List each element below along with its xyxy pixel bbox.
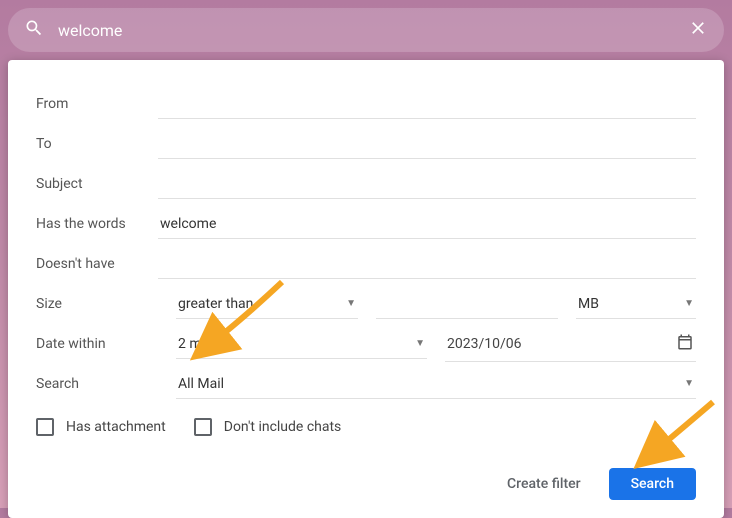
to-label: To: [36, 136, 158, 152]
search-input[interactable]: [44, 21, 688, 40]
size-operator-select[interactable]: greater than ▼: [176, 290, 358, 319]
date-field[interactable]: 2023/10/06: [445, 327, 696, 362]
create-filter-button[interactable]: Create filter: [493, 468, 595, 500]
has-attachment-label: Has attachment: [66, 419, 166, 435]
search-scope-select[interactable]: All Mail ▼: [176, 370, 696, 399]
date-range-select[interactable]: 2 months ▼: [176, 330, 427, 359]
chevron-down-icon: ▼: [415, 338, 425, 349]
checkbox-box: [194, 418, 212, 436]
has-words-label: Has the words: [36, 216, 158, 232]
has-words-field[interactable]: [158, 210, 696, 239]
from-field[interactable]: [158, 90, 696, 119]
date-range-value: 2 months: [178, 336, 237, 352]
search-button[interactable]: Search: [609, 468, 696, 500]
search-icon: [24, 18, 44, 42]
subject-field[interactable]: [158, 170, 696, 199]
subject-label: Subject: [36, 176, 158, 192]
size-operator-value: greater than: [178, 296, 253, 312]
size-value-field[interactable]: [376, 290, 558, 319]
size-label: Size: [36, 296, 158, 312]
date-within-label: Date within: [36, 336, 158, 352]
dont-include-chats-checkbox[interactable]: Don't include chats: [194, 418, 342, 436]
dont-include-chats-label: Don't include chats: [224, 419, 342, 435]
has-attachment-checkbox[interactable]: Has attachment: [36, 418, 166, 436]
checkbox-box: [36, 418, 54, 436]
advanced-search-panel: From To Subject Has the words Doesn't ha…: [8, 60, 724, 518]
to-field[interactable]: [158, 130, 696, 159]
search-bar[interactable]: [8, 8, 724, 52]
chevron-down-icon: ▼: [684, 378, 694, 389]
search-in-label: Search: [36, 376, 158, 392]
chevron-down-icon: ▼: [346, 298, 356, 309]
size-unit-select[interactable]: MB ▼: [576, 290, 696, 319]
from-label: From: [36, 96, 158, 112]
close-icon[interactable]: [688, 18, 708, 42]
calendar-icon[interactable]: [676, 333, 694, 355]
chevron-down-icon: ▼: [684, 298, 694, 309]
doesnt-have-label: Doesn't have: [36, 256, 158, 272]
date-value: 2023/10/06: [447, 336, 522, 352]
size-unit-value: MB: [578, 296, 599, 312]
doesnt-have-field[interactable]: [158, 250, 696, 279]
search-scope-value: All Mail: [178, 376, 224, 392]
